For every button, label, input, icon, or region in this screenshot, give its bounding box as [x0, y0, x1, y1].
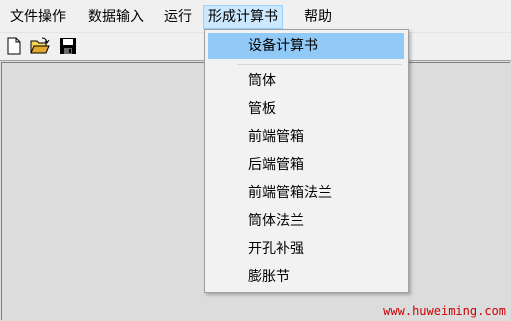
menu-item-expansion-joint[interactable]: 膨胀节 — [208, 264, 404, 290]
menu-item-tubesheet[interactable]: 管板 — [208, 96, 404, 122]
menu-data-input[interactable]: 数据输入 — [84, 6, 148, 28]
menu-item-shell[interactable]: 筒体 — [208, 68, 404, 94]
open-file-button[interactable] — [30, 36, 50, 56]
menu-generate-report[interactable]: 形成计算书 — [203, 5, 283, 29]
menu-run[interactable]: 运行 — [160, 6, 196, 28]
menu-item-opening-reinforcement[interactable]: 开孔补强 — [208, 236, 404, 262]
menu-item-device-report[interactable]: 设备计算书 — [208, 33, 404, 59]
menu-help[interactable]: 帮助 — [300, 6, 336, 28]
menu-separator — [237, 64, 402, 65]
save-disk-icon — [60, 38, 76, 54]
open-folder-icon — [30, 37, 50, 54]
menu-item-front-channel-flange[interactable]: 前端管箱法兰 — [208, 180, 404, 206]
menu-item-front-channel[interactable]: 前端管箱 — [208, 124, 404, 150]
menu-file[interactable]: 文件操作 — [6, 6, 70, 28]
menu-item-rear-channel[interactable]: 后端管箱 — [208, 152, 404, 178]
save-file-button[interactable] — [58, 36, 78, 56]
watermark: www.huweiming.com — [383, 304, 506, 318]
dropdown-generate-report: 设备计算书 筒体 管板 前端管箱 后端管箱 前端管箱法兰 筒体法兰 开孔补强 膨… — [204, 29, 409, 293]
new-file-icon — [7, 37, 21, 55]
new-file-button[interactable] — [4, 36, 24, 56]
menu-item-shell-flange[interactable]: 筒体法兰 — [208, 208, 404, 234]
